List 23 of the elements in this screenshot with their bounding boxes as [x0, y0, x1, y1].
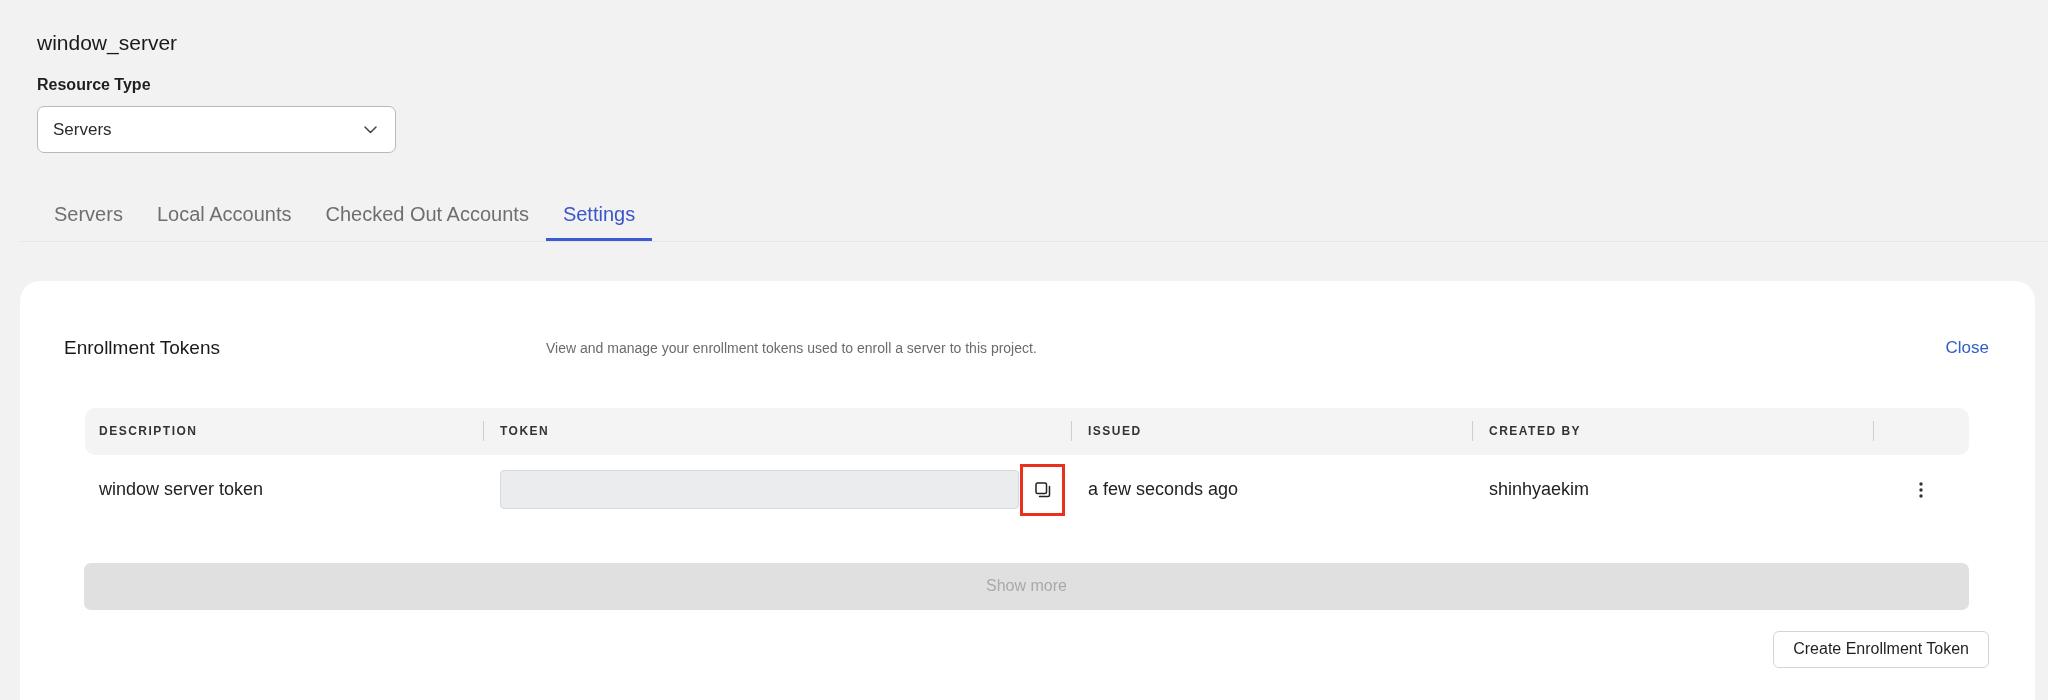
page-title: window_server [37, 30, 179, 56]
table-cell: shinhyaekim [1489, 479, 1590, 499]
kebab-menu-icon [1919, 481, 1923, 498]
create-token-button[interactable]: Create Enrollment Token [1773, 630, 1989, 668]
tab[interactable]: Servers [37, 190, 140, 241]
section-title: Enrollment Tokens [64, 335, 221, 360]
copy-button[interactable] [1020, 463, 1065, 516]
table-cell: a few seconds ago [1088, 479, 1239, 499]
tab[interactable]: Checked Out Accounts [308, 190, 546, 241]
section-description: View and manage your enrollment tokens used to enroll a server to this project. [546, 339, 1037, 356]
token-field[interactable] [500, 470, 1019, 509]
column-header: ISSUED [1088, 423, 1142, 440]
column-header: TOKEN [500, 423, 550, 440]
column-header: DESCRIPTION [99, 423, 198, 440]
column-header: CREATED BY [1489, 423, 1582, 440]
tab[interactable]: Local Accounts [139, 190, 309, 241]
field-label: Resource Type [37, 75, 152, 95]
table-cell: window server token [99, 479, 264, 499]
resource-type-dropdown[interactable]: Servers [37, 106, 396, 153]
tab[interactable]: Settings [545, 190, 653, 241]
close-link[interactable]: Close [1945, 335, 1989, 361]
copy-icon [1034, 481, 1051, 498]
chevron-down-icon [364, 125, 377, 134]
